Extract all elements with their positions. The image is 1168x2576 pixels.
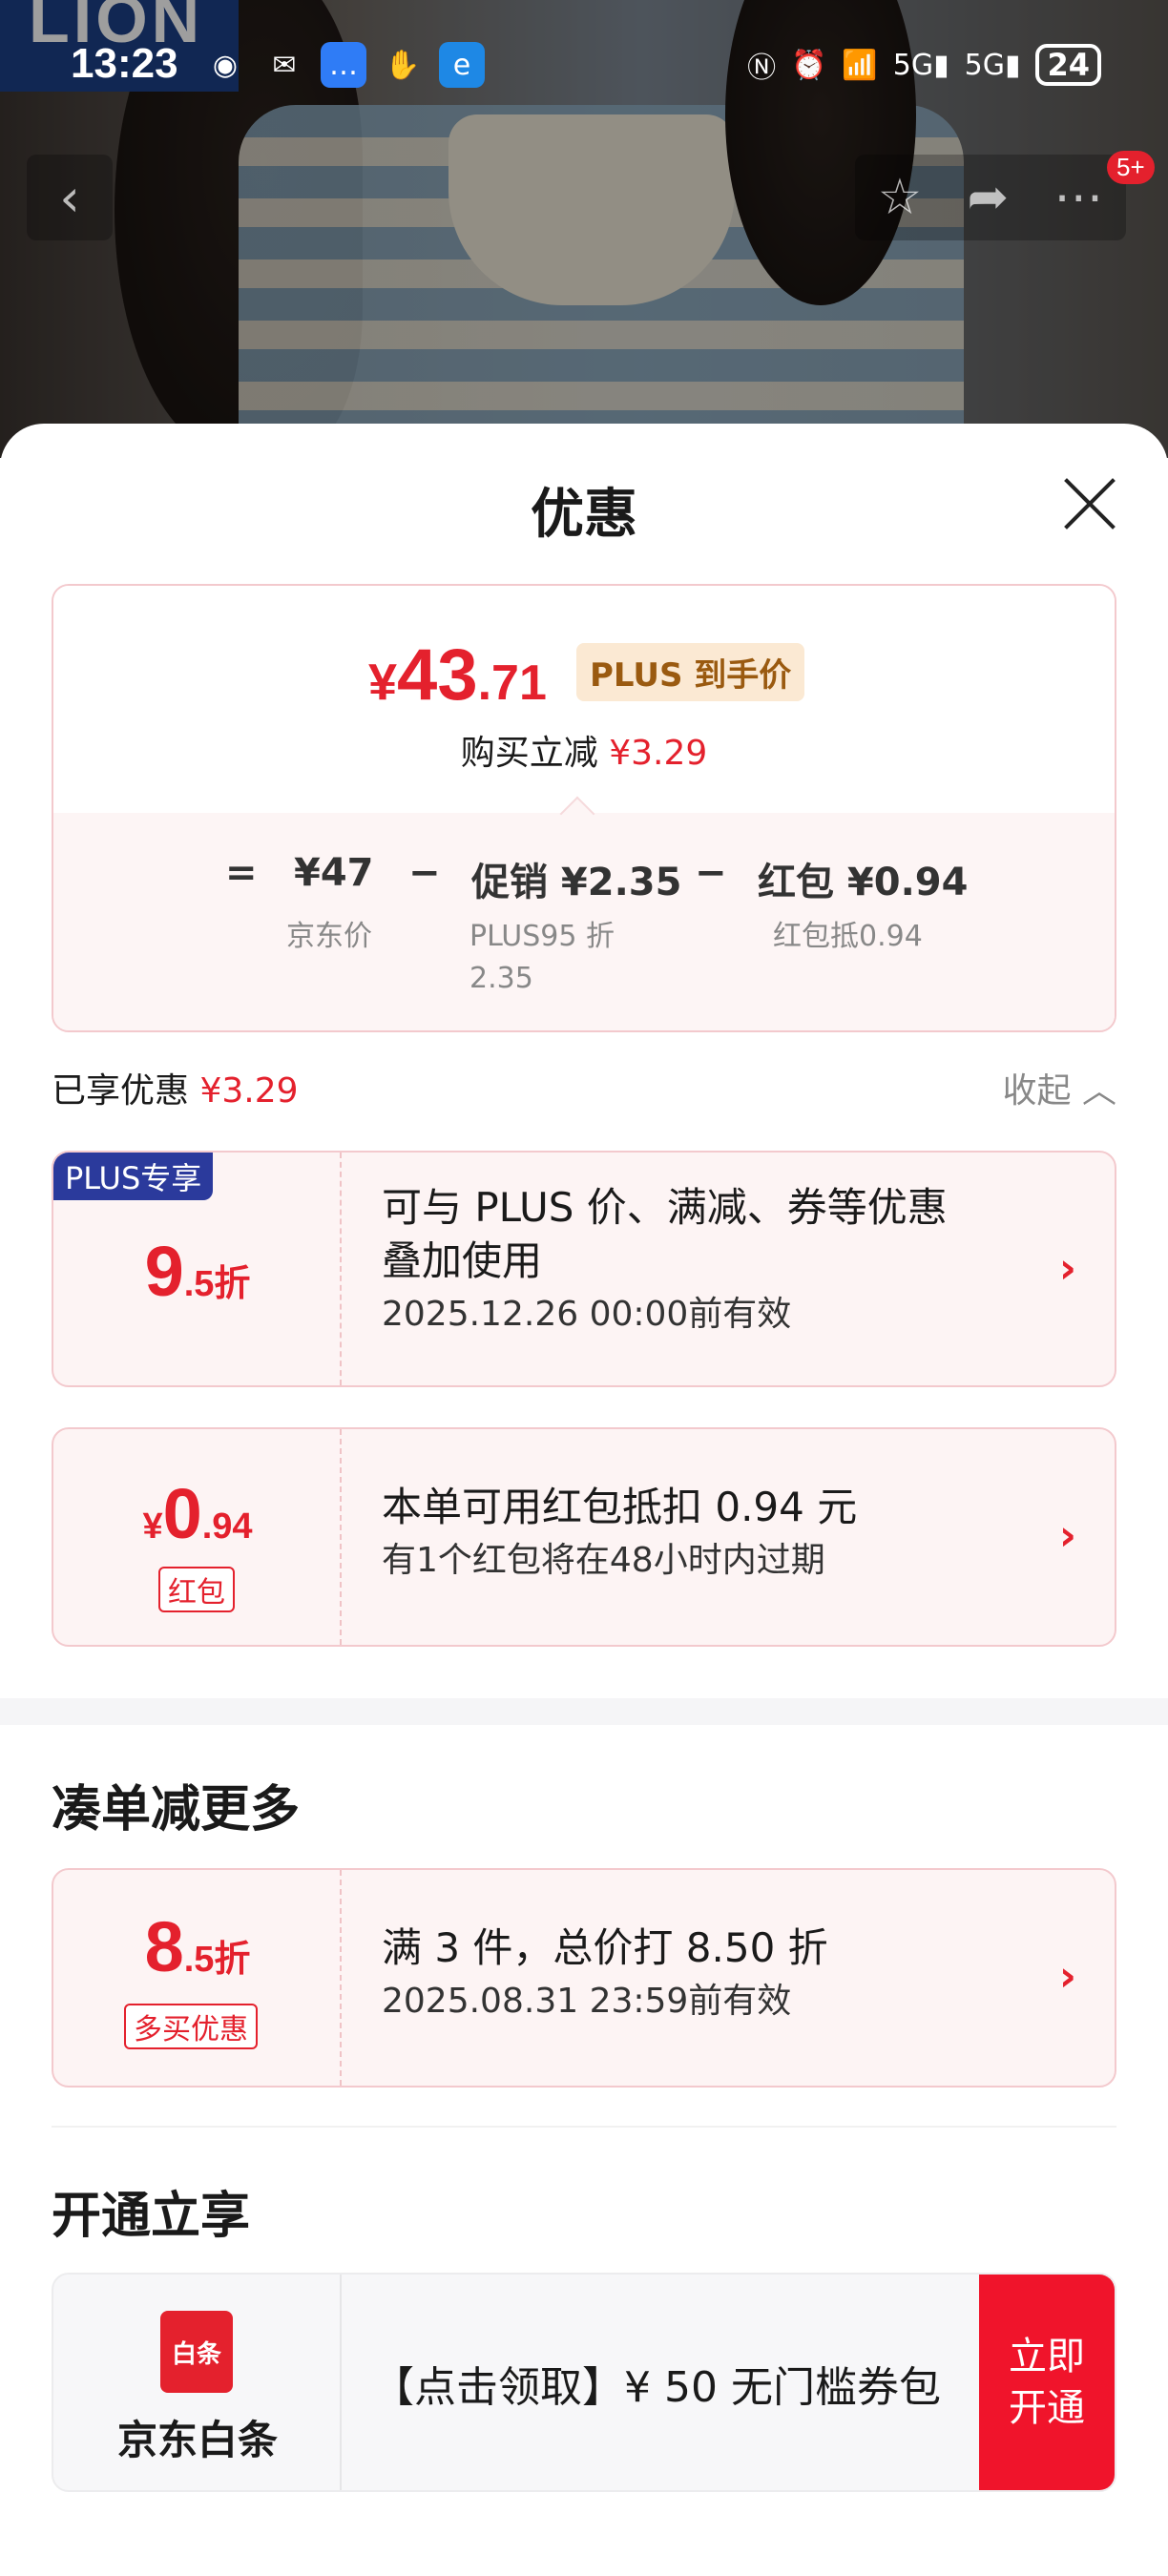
promo-label: PLUS95 折 2.35 xyxy=(469,916,615,1000)
redpacket-desc-line1: 本单可用红包抵扣 0.94 元 xyxy=(382,1484,858,1530)
multi-buy-discount: 8.5折 xyxy=(53,1906,342,1987)
signal-5g-icon: 5G▮ xyxy=(892,48,949,82)
message-icon: … xyxy=(321,42,366,88)
notification-icons: ◉ ✉ … ✋ e xyxy=(202,42,485,88)
redpacket-coupon[interactable]: ¥0.94 红包 本单可用红包抵扣 0.94 元 有1个红包将在48小时内过期 … xyxy=(52,1427,1116,1647)
redpacket-desc: 本单可用红包抵扣 0.94 元 有1个红包将在48小时内过期 xyxy=(382,1481,857,1588)
baitiao-card[interactable]: 白条 京东白条 【点击领取】¥ 50 无门槛券包 立即开通 xyxy=(52,2273,1116,2492)
share-icon[interactable]: ➦ xyxy=(968,169,1010,226)
collapse-button[interactable]: 收起 ︿ xyxy=(1003,1063,1116,1112)
discount-sheet: 优惠 ¥43.71 PLUS 到手价 购买立减 ¥3.29 = ¥47 京东价 … xyxy=(0,424,1168,2576)
coupon-validity: 2025.12.26 00:00前有效 xyxy=(382,1295,792,1334)
open-benefit-title: 开通立享 xyxy=(52,2188,251,2245)
jd-price-label: 京东价 xyxy=(286,920,372,953)
save-amount: ¥3.29 xyxy=(609,734,708,773)
discount-int: 9 xyxy=(144,1232,184,1311)
price-decimal: .71 xyxy=(477,655,547,711)
open-now-button[interactable]: 立即开通 xyxy=(979,2275,1115,2490)
chevron-right-icon: › xyxy=(1058,1952,1076,2001)
redpacket-int: 0 xyxy=(162,1474,202,1553)
plus-exclusive-badge: PLUS专享 xyxy=(53,1153,214,1200)
coupon-desc-line1: 可与 PLUS 价、满减、券等优惠 xyxy=(382,1184,948,1231)
coupon-desc: 可与 PLUS 价、满减、券等优惠 叠加使用 2025.12.26 00:00前… xyxy=(382,1181,948,1341)
save-label: 购买立减 xyxy=(460,734,598,773)
wifi-icon: 📶 xyxy=(842,48,878,82)
redpacket-tag: 红包 xyxy=(158,1567,235,1612)
price-top: ¥43.71 PLUS 到手价 购买立减 ¥3.29 xyxy=(53,586,1115,813)
collapse-label: 收起 xyxy=(1002,1071,1072,1111)
redpacket-desc-line2: 有1个红包将在48小时内过期 xyxy=(382,1541,825,1580)
price-summary-card: ¥43.71 PLUS 到手价 购买立减 ¥3.29 = ¥47 京东价 − 促… xyxy=(52,584,1116,1032)
instant-save-line: 购买立减 ¥3.29 xyxy=(53,725,1115,775)
coupon-discount-value: 9.5折 xyxy=(53,1231,342,1312)
status-time: 13:23 xyxy=(71,40,178,87)
back-button[interactable]: ‹ xyxy=(27,155,113,240)
battery-icon: 24 xyxy=(1035,44,1101,86)
signal-5g-2-icon: 5G▮ xyxy=(964,48,1021,82)
chevron-right-icon: › xyxy=(1058,1511,1076,1560)
redpacket-amount: 红包 ¥0.94 xyxy=(758,861,969,904)
eye-icon: ◉ xyxy=(212,48,239,82)
more-icon[interactable]: ⋯ xyxy=(1053,169,1103,226)
multi-buy-coupon[interactable]: 8.5折 多买优惠 满 3 件，总价打 8.50 折 2025.08.31 23… xyxy=(52,1868,1116,2088)
app-e-icon: e xyxy=(439,42,485,88)
more-savings-title: 凑单减更多 xyxy=(52,1781,301,1839)
price-integer: 43 xyxy=(397,634,478,716)
baitiao-logo-icon: 白条 xyxy=(160,2311,233,2393)
redpacket-dec: .94 xyxy=(201,1506,253,1547)
plus-price-tag: PLUS 到手价 xyxy=(576,643,805,701)
currency-symbol: ¥ xyxy=(368,654,398,711)
hand-icon: ✋ xyxy=(385,48,421,82)
top-action-group: ☆ ➦ ⋯ xyxy=(855,155,1126,240)
plus-discount-coupon[interactable]: PLUS专享 9.5折 可与 PLUS 价、满减、券等优惠 叠加使用 2025.… xyxy=(52,1151,1116,1387)
baitiao-left: 白条 京东白条 xyxy=(53,2275,342,2490)
wechat-icon: ✉ xyxy=(272,48,297,82)
promo-label-line1: PLUS95 折 xyxy=(469,920,615,953)
promo-label-line2: 2.35 xyxy=(469,962,533,995)
enjoyed-label: 已享优惠 xyxy=(52,1071,190,1111)
discount-int: 8 xyxy=(144,1907,184,1986)
jd-price: ¥47 xyxy=(294,851,374,895)
baitiao-name: 京东白条 xyxy=(116,2417,278,2463)
chevron-right-icon: › xyxy=(1058,1244,1076,1293)
enjoyed-discount: 已享优惠 ¥3.29 xyxy=(52,1063,299,1112)
notification-badge: 5+ xyxy=(1107,151,1155,184)
equals-sign: = xyxy=(225,851,258,895)
redpacket-currency: ¥ xyxy=(142,1506,163,1547)
multi-buy-desc: 满 3 件，总价打 8.50 折 2025.08.31 23:59前有效 xyxy=(382,1922,828,2028)
discount-dec: .5折 xyxy=(183,1940,251,1980)
system-icons: Ⓝ ⏰ 📶 5G▮ 5G▮ 24 xyxy=(747,44,1101,86)
chevron-up-icon: ︿ xyxy=(1081,1071,1116,1111)
close-button[interactable] xyxy=(1059,473,1120,534)
section-line xyxy=(52,2126,1116,2128)
multi-buy-validity: 2025.08.31 23:59前有效 xyxy=(382,1982,792,2021)
enjoyed-amount: ¥3.29 xyxy=(199,1071,299,1111)
promo-amount: 促销 ¥2.35 xyxy=(471,861,682,904)
favorite-star-icon[interactable]: ☆ xyxy=(878,169,923,226)
baitiao-offer-text: 【点击领取】¥ 50 无门槛券包 xyxy=(372,2363,941,2412)
minus-sign-1: − xyxy=(408,851,441,895)
final-price: ¥43.71 xyxy=(368,634,547,717)
redpacket-label: 红包抵0.94 xyxy=(773,920,923,953)
section-divider xyxy=(0,1698,1168,1725)
status-bar: 13:23 ◉ ✉ … ✋ e Ⓝ ⏰ 📶 5G▮ 5G▮ 24 xyxy=(0,38,1168,99)
nfc-icon: Ⓝ xyxy=(747,52,777,85)
discount-dec: .5折 xyxy=(183,1264,251,1304)
price-breakdown: = ¥47 京东价 − 促销 ¥2.35 PLUS95 折 2.35 − 红包 … xyxy=(53,813,1115,1030)
redpacket-value: ¥0.94 xyxy=(53,1473,342,1554)
alarm-icon: ⏰ xyxy=(791,48,827,82)
coupon-desc-line2: 叠加使用 xyxy=(382,1237,543,1284)
multi-buy-tag: 多买优惠 xyxy=(124,2004,258,2049)
minus-sign-2: − xyxy=(695,851,727,895)
sheet-title: 优惠 xyxy=(531,484,637,546)
multi-buy-desc-line1: 满 3 件，总价打 8.50 折 xyxy=(382,1924,828,1971)
